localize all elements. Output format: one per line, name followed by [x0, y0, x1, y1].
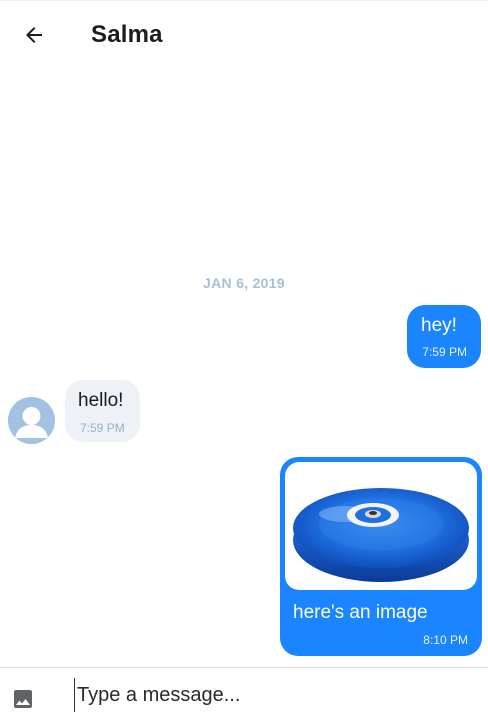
avatar-silhouette: [8, 397, 55, 444]
incoming-message[interactable]: hello! 7:59 PM: [65, 380, 140, 442]
message-timestamp: 7:59 PM: [80, 421, 125, 435]
message-timestamp: 8:10 PM: [423, 633, 468, 647]
frisbee-image: [293, 488, 469, 582]
message-timestamp: 7:59 PM: [422, 345, 467, 359]
back-button[interactable]: [14, 15, 54, 55]
attach-image-button[interactable]: [8, 684, 38, 714]
chat-screen: Salma JAN 6, 2019 hey! 7:59 PM hello! 7:…: [0, 0, 488, 721]
date-separator: JAN 6, 2019: [203, 275, 285, 291]
user-avatar-icon[interactable]: [8, 397, 55, 444]
outgoing-image-message[interactable]: here's an image 8:10 PM: [280, 457, 482, 656]
chat-header: Salma: [0, 0, 488, 70]
image-icon: [14, 690, 32, 708]
message-input[interactable]: [74, 678, 474, 712]
image-attachment[interactable]: [285, 462, 477, 590]
message-composer: [0, 667, 488, 721]
message-text: here's an image: [293, 602, 428, 623]
outgoing-message[interactable]: hey! 7:59 PM: [407, 305, 481, 368]
contact-name: Salma: [91, 21, 163, 48]
arrow-left-icon: [26, 27, 42, 43]
message-text: hey!: [421, 315, 457, 336]
message-text: hello!: [78, 390, 124, 411]
